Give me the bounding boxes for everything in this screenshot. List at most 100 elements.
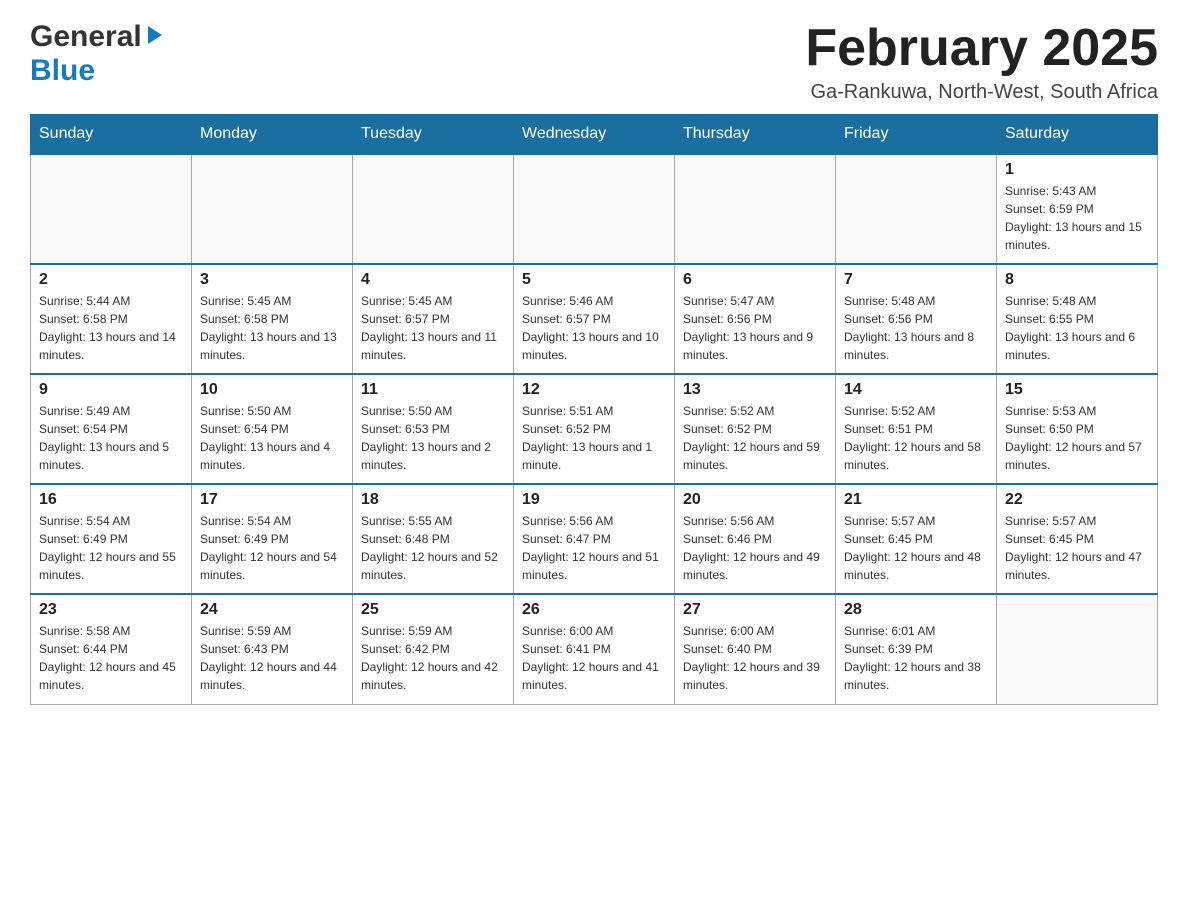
day-info-line: Sunset: 6:49 PM xyxy=(39,530,183,548)
day-info-line: Daylight: 13 hours and 4 minutes. xyxy=(200,438,344,474)
col-tuesday: Tuesday xyxy=(353,115,514,155)
day-info-line: Daylight: 12 hours and 49 minutes. xyxy=(683,548,827,584)
day-info-line: Sunrise: 5:52 AM xyxy=(683,402,827,420)
day-info-line: Sunset: 6:56 PM xyxy=(683,310,827,328)
logo-general-text: General xyxy=(30,20,142,54)
day-info-line: Sunset: 6:42 PM xyxy=(361,640,505,658)
day-number: 1 xyxy=(1005,161,1149,179)
col-friday: Friday xyxy=(836,115,997,155)
day-number: 3 xyxy=(200,271,344,289)
calendar-cell-w2-d3: 5Sunrise: 5:46 AMSunset: 6:57 PMDaylight… xyxy=(514,264,675,374)
calendar-cell-w2-d4: 6Sunrise: 5:47 AMSunset: 6:56 PMDaylight… xyxy=(675,264,836,374)
day-info-line: Daylight: 13 hours and 2 minutes. xyxy=(361,438,505,474)
day-info-line: Sunrise: 5:55 AM xyxy=(361,512,505,530)
calendar-cell-w1-d3 xyxy=(514,154,675,264)
calendar-cell-w5-d2: 25Sunrise: 5:59 AMSunset: 6:42 PMDayligh… xyxy=(353,594,514,704)
day-number: 12 xyxy=(522,381,666,399)
day-info-line: Sunset: 6:52 PM xyxy=(683,420,827,438)
day-info-line: Sunrise: 5:57 AM xyxy=(844,512,988,530)
day-info-line: Sunrise: 5:45 AM xyxy=(200,292,344,310)
calendar-cell-w2-d5: 7Sunrise: 5:48 AMSunset: 6:56 PMDaylight… xyxy=(836,264,997,374)
col-monday: Monday xyxy=(192,115,353,155)
day-info-line: Daylight: 12 hours and 54 minutes. xyxy=(200,548,344,584)
day-info-line: Sunrise: 5:46 AM xyxy=(522,292,666,310)
day-number: 16 xyxy=(39,491,183,509)
calendar-cell-w5-d6 xyxy=(997,594,1158,704)
day-number: 22 xyxy=(1005,491,1149,509)
day-info-line: Sunset: 6:57 PM xyxy=(522,310,666,328)
col-sunday: Sunday xyxy=(31,115,192,155)
calendar-cell-w1-d4 xyxy=(675,154,836,264)
day-number: 14 xyxy=(844,381,988,399)
day-info-line: Sunrise: 6:00 AM xyxy=(683,622,827,640)
col-wednesday: Wednesday xyxy=(514,115,675,155)
day-info-line: Daylight: 12 hours and 51 minutes. xyxy=(522,548,666,584)
day-info-line: Sunrise: 5:44 AM xyxy=(39,292,183,310)
day-info-line: Daylight: 13 hours and 13 minutes. xyxy=(200,328,344,364)
day-info-line: Sunrise: 5:59 AM xyxy=(361,622,505,640)
calendar-cell-w2-d1: 3Sunrise: 5:45 AMSunset: 6:58 PMDaylight… xyxy=(192,264,353,374)
day-number: 25 xyxy=(361,601,505,619)
calendar-cell-w2-d2: 4Sunrise: 5:45 AMSunset: 6:57 PMDaylight… xyxy=(353,264,514,374)
calendar-cell-w5-d5: 28Sunrise: 6:01 AMSunset: 6:39 PMDayligh… xyxy=(836,594,997,704)
day-number: 17 xyxy=(200,491,344,509)
calendar-cell-w3-d2: 11Sunrise: 5:50 AMSunset: 6:53 PMDayligh… xyxy=(353,374,514,484)
day-info-line: Sunrise: 5:45 AM xyxy=(361,292,505,310)
day-info-line: Sunset: 6:51 PM xyxy=(844,420,988,438)
page-header: General Blue February 2025 Ga-Rankuwa, N… xyxy=(30,20,1158,104)
calendar-cell-w1-d0 xyxy=(31,154,192,264)
day-info-line: Daylight: 12 hours and 44 minutes. xyxy=(200,658,344,694)
day-info-line: Daylight: 12 hours and 39 minutes. xyxy=(683,658,827,694)
calendar-week-5: 23Sunrise: 5:58 AMSunset: 6:44 PMDayligh… xyxy=(31,594,1158,704)
day-info-line: Sunrise: 5:50 AM xyxy=(200,402,344,420)
logo[interactable]: General Blue xyxy=(30,20,164,88)
day-info-line: Sunrise: 5:48 AM xyxy=(844,292,988,310)
calendar-cell-w3-d3: 12Sunrise: 5:51 AMSunset: 6:52 PMDayligh… xyxy=(514,374,675,484)
day-info-line: Daylight: 13 hours and 11 minutes. xyxy=(361,328,505,364)
day-info-line: Daylight: 13 hours and 6 minutes. xyxy=(1005,328,1149,364)
day-number: 11 xyxy=(361,381,505,399)
calendar-cell-w5-d1: 24Sunrise: 5:59 AMSunset: 6:43 PMDayligh… xyxy=(192,594,353,704)
day-number: 23 xyxy=(39,601,183,619)
calendar-cell-w5-d3: 26Sunrise: 6:00 AMSunset: 6:41 PMDayligh… xyxy=(514,594,675,704)
calendar-week-3: 9Sunrise: 5:49 AMSunset: 6:54 PMDaylight… xyxy=(31,374,1158,484)
calendar-week-2: 2Sunrise: 5:44 AMSunset: 6:58 PMDaylight… xyxy=(31,264,1158,374)
day-info-line: Sunrise: 5:49 AM xyxy=(39,402,183,420)
day-info-line: Daylight: 12 hours and 47 minutes. xyxy=(1005,548,1149,584)
day-info-line: Sunset: 6:49 PM xyxy=(200,530,344,548)
day-info-line: Sunset: 6:47 PM xyxy=(522,530,666,548)
day-number: 15 xyxy=(1005,381,1149,399)
day-info-line: Daylight: 12 hours and 41 minutes. xyxy=(522,658,666,694)
col-thursday: Thursday xyxy=(675,115,836,155)
calendar-cell-w5-d0: 23Sunrise: 5:58 AMSunset: 6:44 PMDayligh… xyxy=(31,594,192,704)
calendar-cell-w2-d0: 2Sunrise: 5:44 AMSunset: 6:58 PMDaylight… xyxy=(31,264,192,374)
day-number: 9 xyxy=(39,381,183,399)
day-info-line: Daylight: 13 hours and 10 minutes. xyxy=(522,328,666,364)
day-number: 20 xyxy=(683,491,827,509)
day-info-line: Sunrise: 5:54 AM xyxy=(39,512,183,530)
day-info-line: Sunrise: 6:01 AM xyxy=(844,622,988,640)
logo-arrow-icon xyxy=(144,24,164,51)
day-number: 7 xyxy=(844,271,988,289)
month-title: February 2025 xyxy=(805,20,1158,77)
calendar-week-1: 1Sunrise: 5:43 AMSunset: 6:59 PMDaylight… xyxy=(31,154,1158,264)
day-info-line: Sunset: 6:58 PM xyxy=(39,310,183,328)
calendar-cell-w3-d1: 10Sunrise: 5:50 AMSunset: 6:54 PMDayligh… xyxy=(192,374,353,484)
day-info-line: Sunset: 6:55 PM xyxy=(1005,310,1149,328)
day-info-line: Sunset: 6:43 PM xyxy=(200,640,344,658)
day-info-line: Daylight: 13 hours and 8 minutes. xyxy=(844,328,988,364)
calendar-cell-w1-d6: 1Sunrise: 5:43 AMSunset: 6:59 PMDaylight… xyxy=(997,154,1158,264)
day-info-line: Sunset: 6:40 PM xyxy=(683,640,827,658)
day-info-line: Sunrise: 5:47 AM xyxy=(683,292,827,310)
day-info-line: Sunset: 6:59 PM xyxy=(1005,200,1149,218)
day-info-line: Sunset: 6:50 PM xyxy=(1005,420,1149,438)
day-number: 6 xyxy=(683,271,827,289)
calendar-cell-w4-d4: 20Sunrise: 5:56 AMSunset: 6:46 PMDayligh… xyxy=(675,484,836,594)
day-number: 19 xyxy=(522,491,666,509)
day-info-line: Daylight: 12 hours and 57 minutes. xyxy=(1005,438,1149,474)
day-info-line: Daylight: 13 hours and 5 minutes. xyxy=(39,438,183,474)
calendar-cell-w1-d2 xyxy=(353,154,514,264)
day-info-line: Daylight: 12 hours and 45 minutes. xyxy=(39,658,183,694)
day-number: 21 xyxy=(844,491,988,509)
logo-blue-text: Blue xyxy=(30,54,95,87)
